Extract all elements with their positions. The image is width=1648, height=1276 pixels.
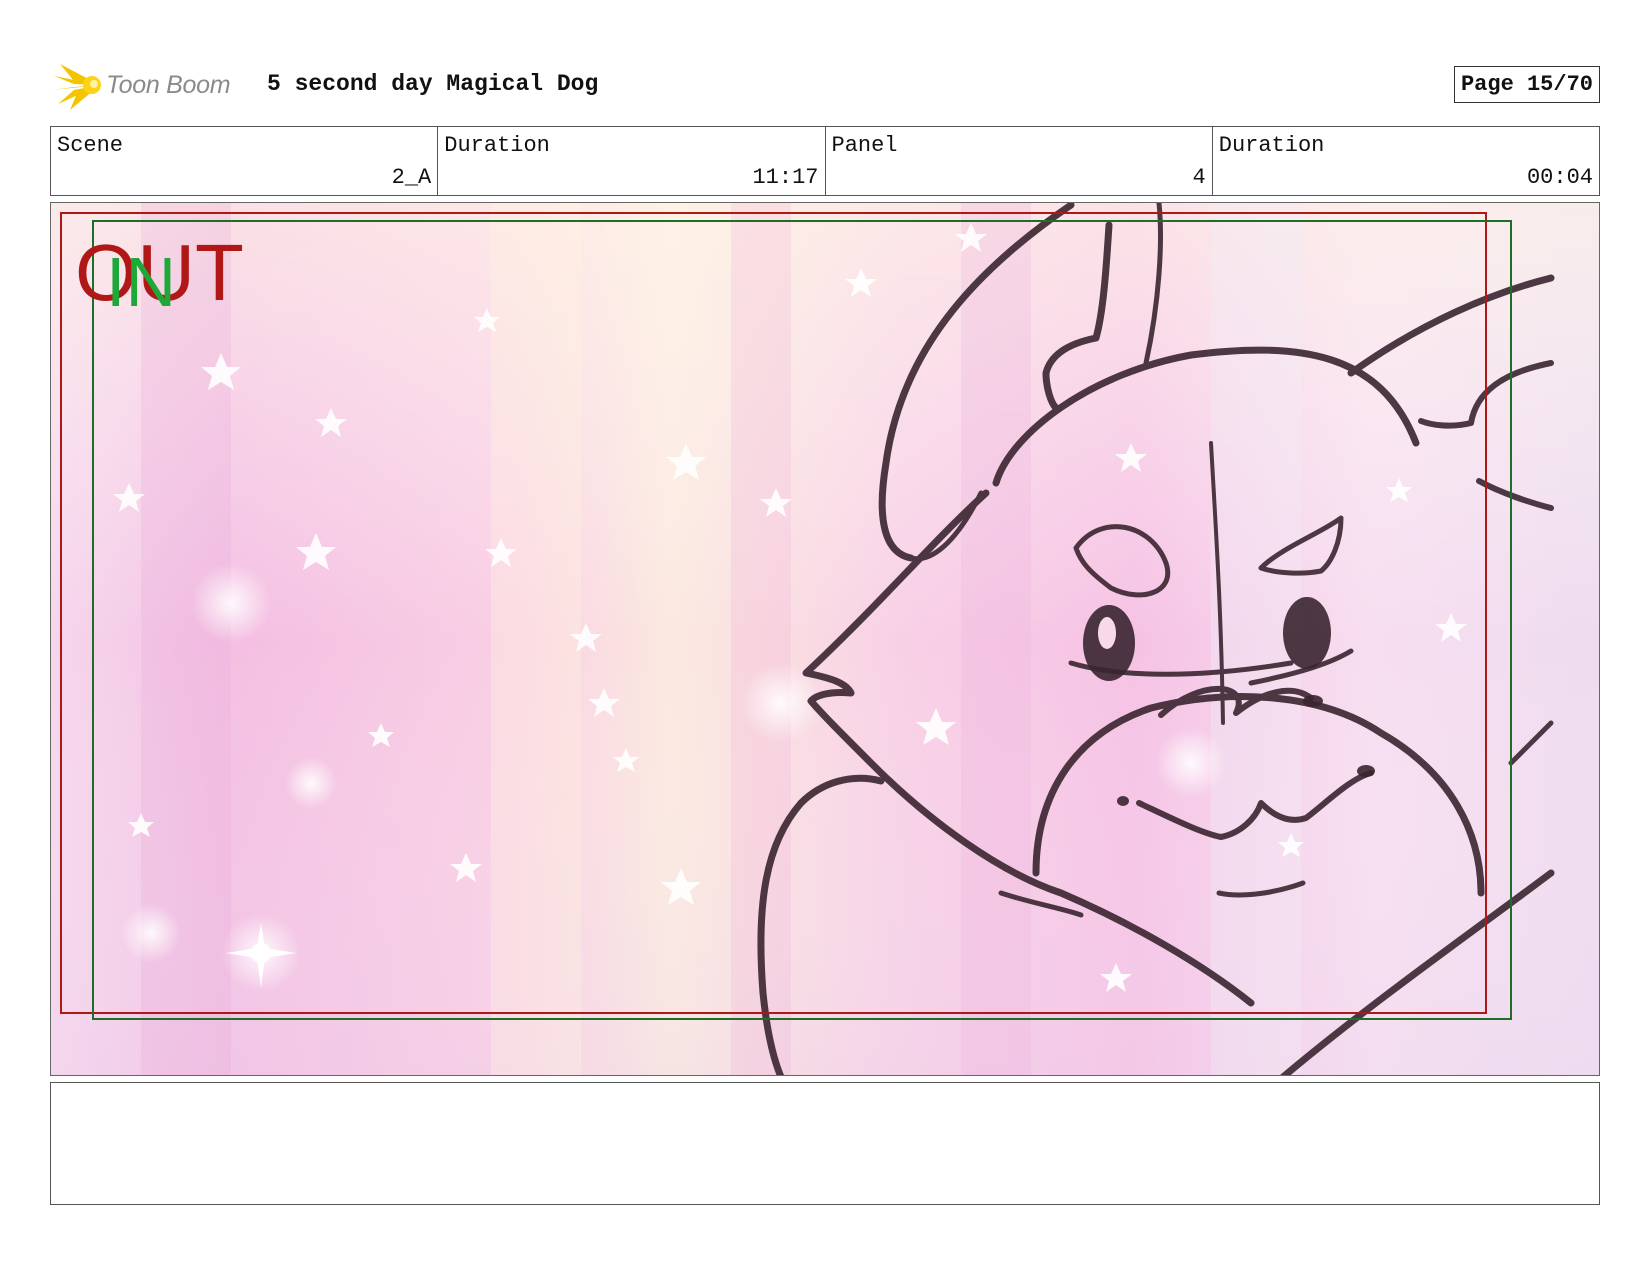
scene-label: Scene [57,133,124,158]
starburst-icon [52,64,101,110]
panel-duration-label: Duration [1218,133,1325,158]
panel-cell: Panel 4 [826,127,1213,195]
scene-value: 2_A [391,165,432,190]
panel-label: Panel [831,133,898,158]
page-header: Toon Boom 5 second day Magical Dog Page … [52,56,1600,112]
in-frame-label: IN [106,243,176,321]
page-number: Page 15/70 [1453,66,1600,103]
panel-artwork [51,203,1599,1075]
panel-duration-cell: Duration 00:04 [1213,127,1599,195]
scene-cell: Scene 2_A [51,127,439,195]
scene-duration-label: Duration [444,133,550,158]
logo-wordmark: Toon Boom [106,70,231,99]
toon-boom-logo: Toon Boom [52,60,231,110]
panel-duration-value: 00:04 [1526,165,1593,190]
scene-duration-value: 11:17 [752,165,819,190]
storyboard-panel: OUT IN [50,202,1600,1076]
scene-duration-cell: Duration 11:17 [438,127,826,195]
scene-info-table: Scene 2_A Duration 11:17 Panel 4 Duratio… [50,126,1600,196]
panel-value: 4 [1192,165,1206,190]
project-title: 5 second day Magical Dog [267,71,599,97]
panel-notes-box [50,1082,1600,1205]
